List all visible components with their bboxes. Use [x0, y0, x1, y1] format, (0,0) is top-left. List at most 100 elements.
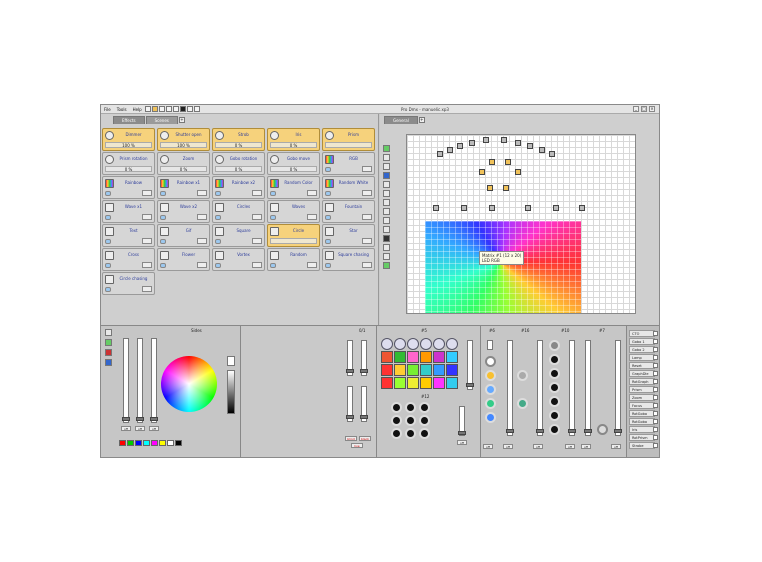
property-checkbox[interactable] — [653, 411, 658, 416]
effect-options-icon[interactable] — [252, 262, 262, 268]
effect-value[interactable]: 100 % — [105, 142, 152, 148]
gobo-dot[interactable] — [405, 402, 416, 413]
effect-tile[interactable]: Circle chasing — [102, 272, 155, 295]
palette-swatch[interactable] — [159, 440, 166, 446]
effect-tile[interactable]: Random Color — [267, 176, 320, 199]
channel-fader[interactable] — [136, 338, 144, 423]
effect-tile[interactable]: Dimmer 100 % — [102, 128, 155, 151]
property-item[interactable]: Reset — [629, 362, 655, 369]
effect-options-icon[interactable] — [362, 238, 372, 244]
fixture-icon[interactable] — [489, 159, 495, 165]
off-button[interactable]: off — [611, 444, 621, 449]
save-icon[interactable] — [158, 106, 165, 112]
move-icon[interactable] — [382, 190, 390, 197]
effect-tile[interactable]: Strob 0 % — [212, 128, 265, 151]
tilt-fader[interactable] — [360, 340, 368, 376]
channel-fader[interactable] — [487, 340, 493, 350]
effect-tile[interactable]: Square — [212, 224, 265, 247]
fixture-icon[interactable] — [525, 205, 531, 211]
menu-file[interactable]: File — [101, 107, 114, 112]
effect-options-icon[interactable] — [252, 190, 262, 196]
color-swatch[interactable] — [407, 377, 419, 389]
color-swatch[interactable] — [394, 364, 406, 376]
menu-tools[interactable]: Tools — [114, 107, 130, 112]
off-button[interactable]: off — [457, 440, 467, 445]
effect-options-icon[interactable] — [307, 214, 317, 220]
property-checkbox[interactable] — [653, 347, 658, 352]
fixture-icon[interactable] — [487, 185, 493, 191]
fine-fader[interactable] — [346, 386, 354, 422]
pan-fader[interactable] — [346, 340, 354, 376]
gobo-dot[interactable] — [419, 402, 430, 413]
add-view-button[interactable]: + — [418, 117, 425, 123]
color-swatch[interactable] — [381, 377, 393, 389]
color-swatch[interactable] — [381, 364, 393, 376]
off-button[interactable]: off — [483, 444, 493, 449]
live-button[interactable]: live — [351, 443, 363, 448]
color-swatch[interactable] — [407, 364, 419, 376]
effect-tile[interactable]: Random — [267, 248, 320, 271]
gobo-dot[interactable] — [405, 415, 416, 426]
property-item[interactable]: Iris — [629, 426, 655, 433]
gobo-dot[interactable] — [391, 428, 402, 439]
effect-tile[interactable]: Rainbow — [102, 176, 155, 199]
color-swatch[interactable] — [394, 377, 406, 389]
palette-swatch[interactable] — [127, 440, 134, 446]
select-icon[interactable] — [382, 181, 390, 188]
gobo-fader[interactable] — [458, 406, 466, 436]
led-matrix[interactable] — [425, 221, 581, 313]
fixture-icon[interactable] — [549, 151, 555, 157]
channel-fader[interactable] — [506, 340, 514, 436]
gobo-icon[interactable] — [433, 338, 445, 350]
fixture-icon[interactable] — [483, 137, 489, 143]
fixture-icon[interactable] — [527, 143, 533, 149]
effect-value[interactable]: 0 % — [215, 142, 262, 148]
gobo-fader[interactable] — [466, 340, 474, 390]
property-checkbox[interactable] — [653, 435, 658, 440]
gobo-icon[interactable] — [394, 338, 406, 350]
black-button[interactable]: black — [359, 436, 371, 441]
circle-icon[interactable] — [382, 253, 390, 260]
color-swatch[interactable] — [420, 377, 432, 389]
effect-value[interactable]: 100 % — [160, 142, 207, 148]
fixture-icon[interactable] — [479, 169, 485, 175]
maximize-button[interactable]: □ — [641, 106, 647, 112]
channel-fader[interactable] — [614, 340, 622, 436]
color-wheel[interactable] — [161, 356, 217, 412]
zoom-in-icon[interactable] — [382, 154, 390, 161]
tab-general[interactable]: General — [384, 116, 418, 124]
wheel-dot[interactable] — [485, 412, 496, 423]
effect-value[interactable]: 0 % — [160, 166, 207, 172]
effect-tile[interactable]: Flower — [157, 248, 210, 271]
fixture-icon[interactable] — [539, 147, 545, 153]
color-swatch[interactable] — [433, 377, 445, 389]
property-item[interactable]: Gobo 2 — [629, 346, 655, 353]
property-checkbox[interactable] — [653, 331, 658, 336]
home-icon[interactable] — [186, 106, 193, 112]
add-tab-button[interactable]: + — [178, 117, 185, 123]
fixture-icon[interactable] — [553, 205, 559, 211]
channel-fader[interactable] — [150, 338, 158, 423]
color-swatch[interactable] — [446, 351, 458, 363]
wheel-dot[interactable] — [549, 410, 560, 421]
channel-fader[interactable] — [568, 340, 576, 436]
effect-options-icon[interactable] — [142, 190, 152, 196]
effect-tile[interactable]: Zoom 0 % — [157, 152, 210, 175]
wheel-dot[interactable] — [549, 368, 560, 379]
color-swatch[interactable] — [394, 351, 406, 363]
effect-tile[interactable]: Wave x2 — [157, 200, 210, 223]
effect-options-icon[interactable] — [197, 190, 207, 196]
effect-options-icon[interactable] — [362, 262, 372, 268]
effect-options-icon[interactable] — [142, 286, 152, 292]
palette-swatch[interactable] — [143, 440, 150, 446]
wheel-dot[interactable] — [517, 398, 528, 409]
property-checkbox[interactable] — [653, 395, 658, 400]
fixture-icon[interactable] — [461, 205, 467, 211]
fixture-icon[interactable] — [469, 140, 475, 146]
effect-tile[interactable]: Rainbow x1 — [157, 176, 210, 199]
gobo-dot[interactable] — [419, 428, 430, 439]
wheel-dot[interactable] — [485, 356, 496, 367]
off-button[interactable]: off — [565, 444, 575, 449]
wheel-dot[interactable] — [549, 424, 560, 435]
gobo-icon[interactable] — [381, 338, 393, 350]
